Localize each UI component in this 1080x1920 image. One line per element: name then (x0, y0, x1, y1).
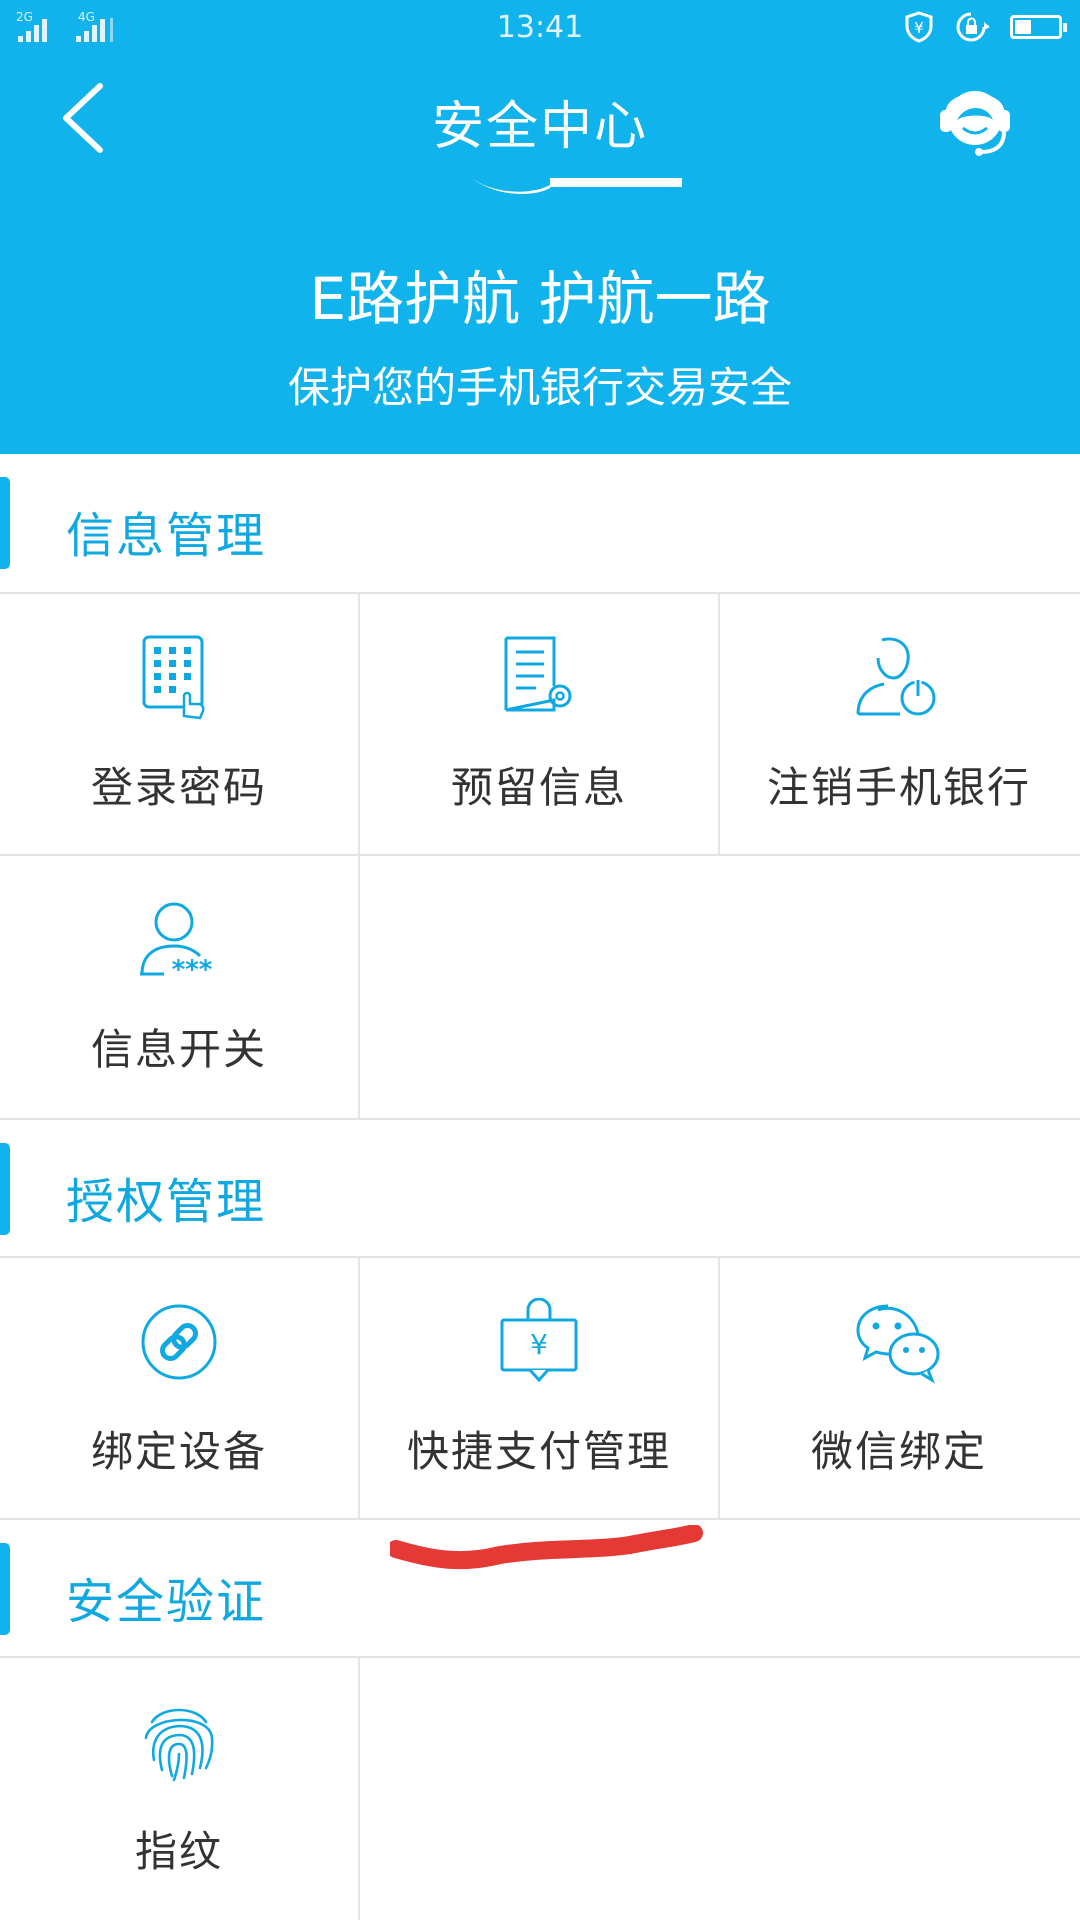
divider (358, 856, 360, 1118)
section-accent-bar (0, 1543, 10, 1635)
grid-item-reserved-info[interactable]: 预留信息 (360, 594, 718, 854)
divider (358, 594, 360, 854)
subtitle: 保护您的手机银行交易安全 (287, 363, 792, 412)
grid-item-wechat-binding[interactable]: 微信绑定 (720, 1258, 1080, 1518)
yen-bag-icon: ¥ (500, 1298, 578, 1383)
section-title: 授权管理 (66, 1174, 267, 1230)
battery-level (1015, 20, 1032, 34)
document-settings-icon (504, 636, 572, 712)
customer-service-icon (940, 91, 1010, 156)
grid-item-label: 绑定设备 (90, 1427, 267, 1476)
section-accent-bar (0, 1143, 10, 1235)
wechat-icon (856, 1304, 940, 1384)
battery-icon (1010, 15, 1067, 39)
keypad-icon (142, 635, 205, 720)
divider (718, 1258, 720, 1518)
rotation-lock-icon (956, 12, 990, 42)
grid-item-cancel-mobile-banking[interactable]: 注销手机银行 (720, 594, 1080, 854)
slogan: E路护航 护航一路 (309, 265, 771, 333)
fingerprint-icon (144, 1708, 214, 1782)
divider (718, 594, 720, 854)
yen-shield-icon: ¥ (905, 11, 933, 43)
user-power-icon (856, 637, 936, 716)
svg-text:¥: ¥ (914, 19, 924, 37)
grid-item-fingerprint[interactable]: 指纹 (0, 1658, 358, 1918)
customer-service-button[interactable] (935, 78, 1019, 162)
grid-item-label: 信息开关 (90, 1025, 267, 1074)
user-masked-icon: *** (140, 902, 213, 985)
grid-item-label: 快捷支付管理 (406, 1427, 671, 1476)
section-title: 安全验证 (66, 1574, 267, 1630)
header: 2G 4G 13:41 ¥ 安全中心 E路护航 护航一路 保护您的手机银行交易安… (0, 0, 1080, 454)
page-title: 安全中心 (431, 97, 648, 157)
divider (358, 1258, 360, 1518)
grid-item-login-password[interactable]: 登录密码 (0, 594, 358, 854)
section-authorization-management: 授权管理 (0, 1120, 1080, 1258)
grid-item-quick-payment[interactable]: ¥ 快捷支付管理 (360, 1258, 718, 1518)
grid-item-label: 登录密码 (90, 763, 267, 812)
status-icons: ¥ (902, 10, 1067, 44)
svg-text:¥: ¥ (530, 1328, 548, 1361)
divider (358, 1658, 360, 1920)
grid-item-label: 预留信息 (450, 763, 627, 812)
grid-item-label: 指纹 (134, 1827, 223, 1876)
header-decoration (472, 178, 682, 194)
section-info-management: 信息管理 (0, 454, 1080, 592)
svg-text:***: *** (172, 955, 213, 985)
grid-item-label: 注销手机银行 (766, 763, 1031, 812)
red-annotation-mark (390, 1525, 703, 1570)
grid-item-label: 微信绑定 (810, 1427, 987, 1476)
grid-item-info-switch[interactable]: *** 信息开关 (0, 856, 358, 1116)
grid-item-bind-device[interactable]: 绑定设备 (0, 1258, 358, 1518)
status-bar: 2G 4G 13:41 ¥ (0, 0, 1080, 56)
link-icon (141, 1304, 217, 1380)
section-title: 信息管理 (66, 508, 267, 564)
section-accent-bar (0, 477, 10, 569)
